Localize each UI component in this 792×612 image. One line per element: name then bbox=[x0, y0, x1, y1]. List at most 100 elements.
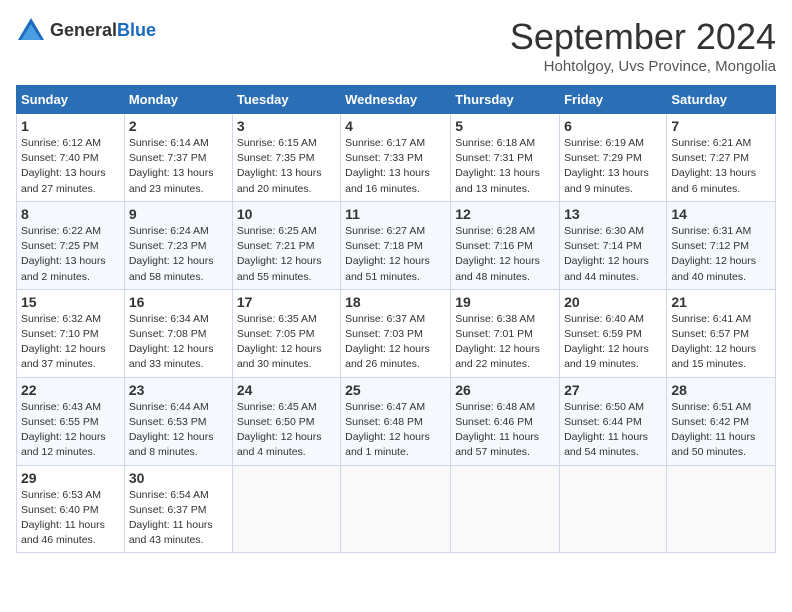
day-number: 9 bbox=[129, 206, 228, 222]
day-info: Sunrise: 6:40 AMSunset: 6:59 PMDaylight:… bbox=[564, 312, 662, 373]
day-cell: 3Sunrise: 6:15 AMSunset: 7:35 PMDaylight… bbox=[232, 114, 340, 202]
day-info: Sunrise: 6:24 AMSunset: 7:23 PMDaylight:… bbox=[129, 224, 228, 285]
week-row-4: 22 Sunrise: 6:43 AMSunset: 6:55 PMDayligh… bbox=[17, 377, 776, 465]
day-info: Sunrise: 6:25 AMSunset: 7:21 PMDaylight:… bbox=[237, 224, 336, 285]
day-number: 13 bbox=[564, 206, 662, 222]
day-number: 19 bbox=[455, 294, 555, 310]
day-info: Sunrise: 6:35 AMSunset: 7:05 PMDaylight:… bbox=[237, 312, 336, 373]
day-cell: 14 Sunrise: 6:31 AMSunset: 7:12 PMDayligh… bbox=[667, 201, 776, 289]
day-number: 4 bbox=[345, 118, 446, 134]
day-cell: 29 Sunrise: 6:53 AMSunset: 6:40 PMDayligh… bbox=[17, 465, 125, 553]
day-number: 21 bbox=[671, 294, 771, 310]
day-cell bbox=[341, 465, 451, 553]
day-cell: 4Sunrise: 6:17 AMSunset: 7:33 PMDaylight… bbox=[341, 114, 451, 202]
title-area: September 2024 Hohtolgoy, Uvs Province, … bbox=[510, 16, 776, 75]
day-number: 8 bbox=[21, 206, 120, 222]
col-header-saturday: Saturday bbox=[667, 86, 776, 114]
location: Hohtolgoy, Uvs Province, Mongolia bbox=[510, 58, 776, 75]
day-cell: 21 Sunrise: 6:41 AMSunset: 6:57 PMDayligh… bbox=[667, 289, 776, 377]
day-number: 11 bbox=[345, 206, 446, 222]
col-header-tuesday: Tuesday bbox=[232, 86, 340, 114]
day-cell: 12Sunrise: 6:28 AMSunset: 7:16 PMDayligh… bbox=[451, 201, 560, 289]
day-info: Sunrise: 6:19 AMSunset: 7:29 PMDaylight:… bbox=[564, 136, 662, 197]
day-number: 14 bbox=[671, 206, 771, 222]
day-cell: 19 Sunrise: 6:38 AMSunset: 7:01 PMDayligh… bbox=[451, 289, 560, 377]
day-cell: 7 Sunrise: 6:21 AMSunset: 7:27 PMDaylight… bbox=[667, 114, 776, 202]
day-number: 18 bbox=[345, 294, 446, 310]
day-number: 12 bbox=[455, 206, 555, 222]
day-info: Sunrise: 6:30 AMSunset: 7:14 PMDaylight:… bbox=[564, 224, 662, 285]
day-info: Sunrise: 6:37 AMSunset: 7:03 PMDaylight:… bbox=[345, 312, 446, 373]
logo: GeneralBlue bbox=[16, 16, 156, 46]
col-header-wednesday: Wednesday bbox=[341, 86, 451, 114]
day-cell: 30Sunrise: 6:54 AMSunset: 6:37 PMDayligh… bbox=[124, 465, 232, 553]
week-row-2: 8 Sunrise: 6:22 AMSunset: 7:25 PMDaylight… bbox=[17, 201, 776, 289]
day-number: 24 bbox=[237, 382, 336, 398]
day-info: Sunrise: 6:47 AMSunset: 6:48 PMDaylight:… bbox=[345, 400, 446, 461]
day-number: 17 bbox=[237, 294, 336, 310]
day-cell bbox=[667, 465, 776, 553]
day-info: Sunrise: 6:38 AMSunset: 7:01 PMDaylight:… bbox=[455, 312, 555, 373]
day-info: Sunrise: 6:41 AMSunset: 6:57 PMDaylight:… bbox=[671, 312, 771, 373]
day-info: Sunrise: 6:48 AMSunset: 6:46 PMDaylight:… bbox=[455, 400, 555, 461]
week-row-3: 15 Sunrise: 6:32 AMSunset: 7:10 PMDayligh… bbox=[17, 289, 776, 377]
day-cell: 6 Sunrise: 6:19 AMSunset: 7:29 PMDaylight… bbox=[560, 114, 667, 202]
day-number: 23 bbox=[129, 382, 228, 398]
header: GeneralBlue September 2024 Hohtolgoy, Uv… bbox=[16, 16, 776, 75]
day-cell: 9 Sunrise: 6:24 AMSunset: 7:23 PMDaylight… bbox=[124, 201, 232, 289]
day-info: Sunrise: 6:50 AMSunset: 6:44 PMDaylight:… bbox=[564, 400, 662, 461]
col-header-sunday: Sunday bbox=[17, 86, 125, 114]
day-cell: 28 Sunrise: 6:51 AMSunset: 6:42 PMDayligh… bbox=[667, 377, 776, 465]
day-cell: 26 Sunrise: 6:48 AMSunset: 6:46 PMDayligh… bbox=[451, 377, 560, 465]
day-cell bbox=[232, 465, 340, 553]
day-cell: 10 Sunrise: 6:25 AMSunset: 7:21 PMDayligh… bbox=[232, 201, 340, 289]
day-number: 27 bbox=[564, 382, 662, 398]
day-number: 28 bbox=[671, 382, 771, 398]
day-info: Sunrise: 6:51 AMSunset: 6:42 PMDaylight:… bbox=[671, 400, 771, 461]
day-info: Sunrise: 6:27 AMSunset: 7:18 PMDaylight:… bbox=[345, 224, 446, 285]
day-number: 25 bbox=[345, 382, 446, 398]
week-row-5: 29 Sunrise: 6:53 AMSunset: 6:40 PMDayligh… bbox=[17, 465, 776, 553]
day-number: 16 bbox=[129, 294, 228, 310]
day-cell: 1Sunrise: 6:12 AMSunset: 7:40 PMDaylight… bbox=[17, 114, 125, 202]
day-info: Sunrise: 6:22 AMSunset: 7:25 PMDaylight:… bbox=[21, 224, 120, 285]
day-cell: 11 Sunrise: 6:27 AMSunset: 7:18 PMDayligh… bbox=[341, 201, 451, 289]
day-info: Sunrise: 6:54 AMSunset: 6:37 PMDaylight:… bbox=[129, 488, 228, 549]
day-number: 6 bbox=[564, 118, 662, 134]
logo-icon bbox=[16, 16, 46, 46]
day-cell: 17 Sunrise: 6:35 AMSunset: 7:05 PMDayligh… bbox=[232, 289, 340, 377]
day-number: 29 bbox=[21, 470, 120, 486]
day-cell: 2 Sunrise: 6:14 AMSunset: 7:37 PMDaylight… bbox=[124, 114, 232, 202]
week-row-1: 1Sunrise: 6:12 AMSunset: 7:40 PMDaylight… bbox=[17, 114, 776, 202]
day-cell: 5Sunrise: 6:18 AMSunset: 7:31 PMDaylight… bbox=[451, 114, 560, 202]
day-number: 10 bbox=[237, 206, 336, 222]
day-cell: 25 Sunrise: 6:47 AMSunset: 6:48 PMDayligh… bbox=[341, 377, 451, 465]
col-header-thursday: Thursday bbox=[451, 86, 560, 114]
day-number: 5 bbox=[455, 118, 555, 134]
day-cell: 24 Sunrise: 6:45 AMSunset: 6:50 PMDayligh… bbox=[232, 377, 340, 465]
day-number: 7 bbox=[671, 118, 771, 134]
day-info: Sunrise: 6:21 AMSunset: 7:27 PMDaylight:… bbox=[671, 136, 771, 197]
day-cell: 22 Sunrise: 6:43 AMSunset: 6:55 PMDayligh… bbox=[17, 377, 125, 465]
day-info: Sunrise: 6:14 AMSunset: 7:37 PMDaylight:… bbox=[129, 136, 228, 197]
day-info: Sunrise: 6:31 AMSunset: 7:12 PMDaylight:… bbox=[671, 224, 771, 285]
calendar-table: SundayMondayTuesdayWednesdayThursdayFrid… bbox=[16, 85, 776, 553]
day-info: Sunrise: 6:43 AMSunset: 6:55 PMDaylight:… bbox=[21, 400, 120, 461]
day-number: 15 bbox=[21, 294, 120, 310]
day-info: Sunrise: 6:44 AMSunset: 6:53 PMDaylight:… bbox=[129, 400, 228, 461]
day-cell: 18 Sunrise: 6:37 AMSunset: 7:03 PMDayligh… bbox=[341, 289, 451, 377]
day-number: 22 bbox=[21, 382, 120, 398]
day-info: Sunrise: 6:32 AMSunset: 7:10 PMDaylight:… bbox=[21, 312, 120, 373]
day-cell bbox=[560, 465, 667, 553]
day-number: 26 bbox=[455, 382, 555, 398]
day-info: Sunrise: 6:53 AMSunset: 6:40 PMDaylight:… bbox=[21, 488, 120, 549]
month-title: September 2024 bbox=[510, 16, 776, 58]
day-number: 2 bbox=[129, 118, 228, 134]
day-cell: 8 Sunrise: 6:22 AMSunset: 7:25 PMDaylight… bbox=[17, 201, 125, 289]
day-cell: 13 Sunrise: 6:30 AMSunset: 7:14 PMDayligh… bbox=[560, 201, 667, 289]
col-header-monday: Monday bbox=[124, 86, 232, 114]
day-number: 1 bbox=[21, 118, 120, 134]
day-cell: 15 Sunrise: 6:32 AMSunset: 7:10 PMDayligh… bbox=[17, 289, 125, 377]
day-cell: 16Sunrise: 6:34 AMSunset: 7:08 PMDayligh… bbox=[124, 289, 232, 377]
day-info: Sunrise: 6:45 AMSunset: 6:50 PMDaylight:… bbox=[237, 400, 336, 461]
